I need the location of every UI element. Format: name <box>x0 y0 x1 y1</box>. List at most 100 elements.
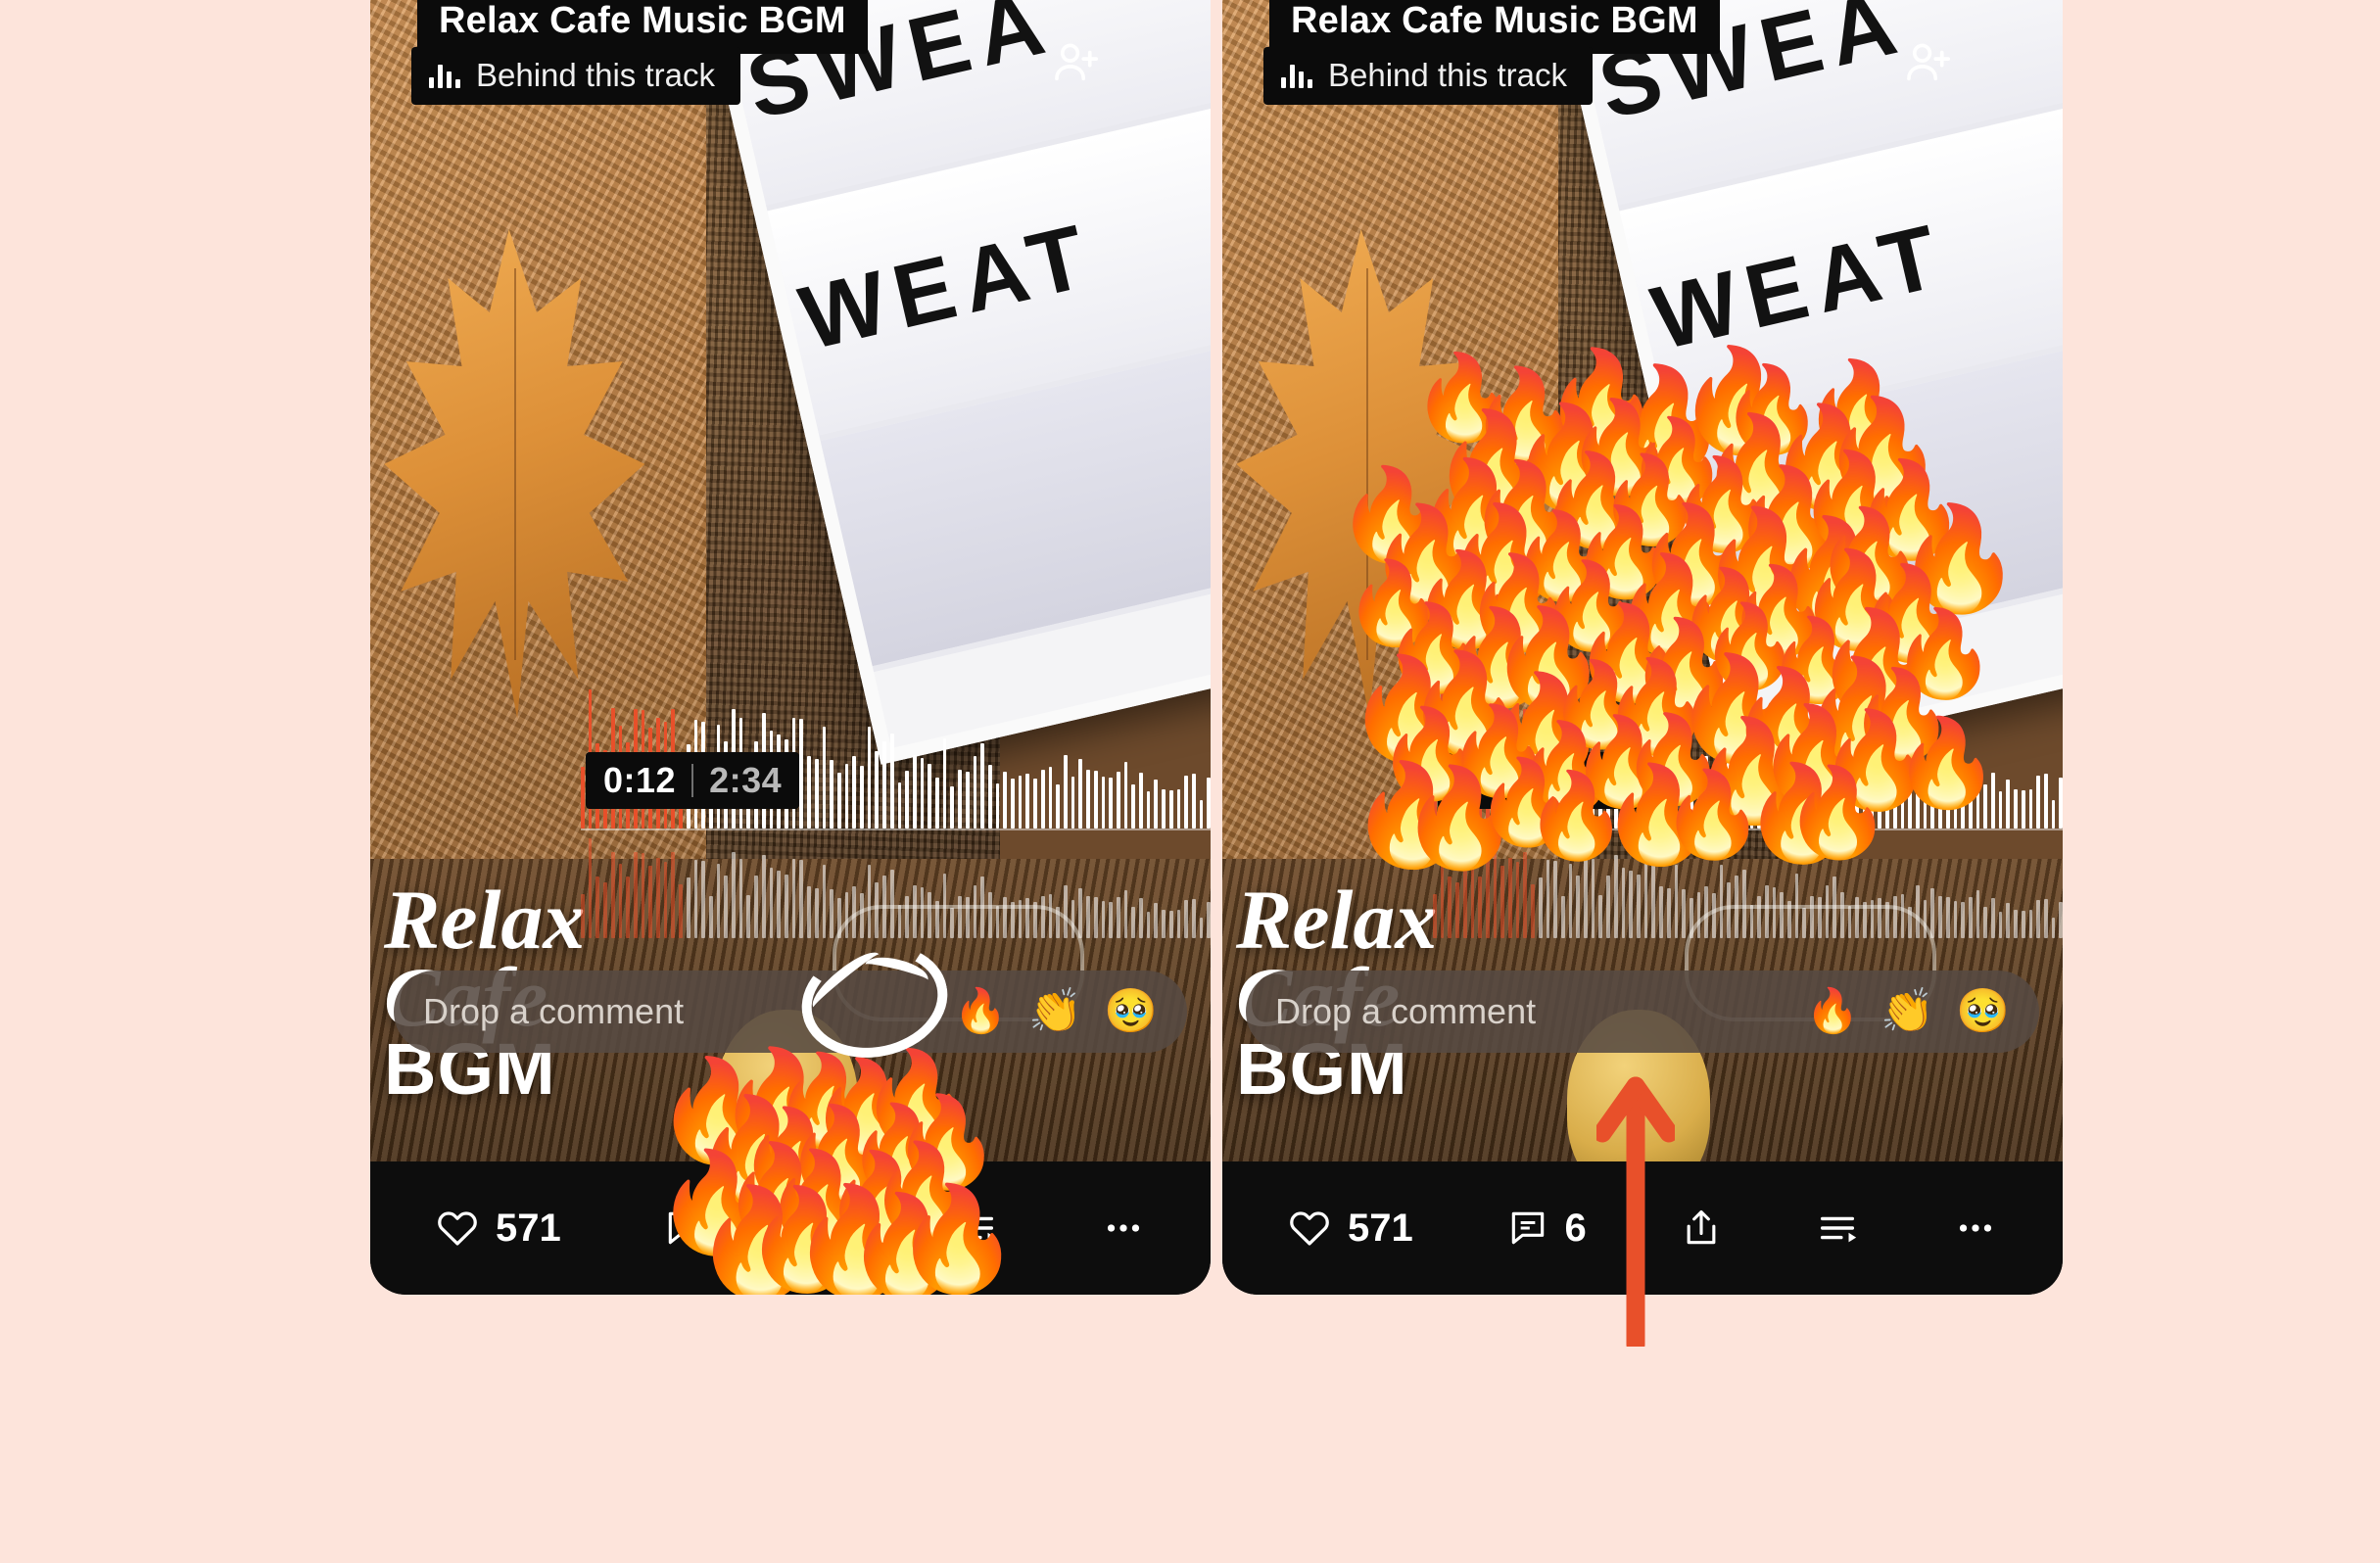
waveform-bar <box>1923 900 1928 938</box>
waveform-bar <box>1591 858 1595 938</box>
clapping-hands-emoji-reaction-button-after[interactable]: 👏 <box>1880 990 1934 1033</box>
waveform-bar <box>987 765 992 829</box>
waveform-scrubber[interactable]: 0:12 2:34 <box>370 682 1211 938</box>
waveform-bar <box>1908 906 1912 938</box>
queue-button-after[interactable] <box>1815 1206 1860 1251</box>
waveform-bar <box>1078 888 1083 938</box>
share-button[interactable] <box>808 1207 851 1250</box>
waveform-bar <box>1116 771 1120 829</box>
fire-emoji-reaction-button[interactable]: 🔥 <box>954 990 1008 1033</box>
more-button[interactable] <box>1101 1206 1146 1251</box>
waveform-bar <box>1689 897 1693 938</box>
behind-this-track-chip-after[interactable]: Behind this track <box>1263 47 1593 105</box>
waveform-bar <box>641 852 645 938</box>
waveform-bar <box>1916 885 1920 938</box>
waveform-bar <box>1930 759 1935 829</box>
like-button[interactable]: 571 <box>435 1206 561 1251</box>
share-button-after[interactable] <box>1680 1207 1723 1250</box>
waveform-bar <box>1787 777 1791 829</box>
waveform-bar <box>1961 901 1965 938</box>
waveform-bar <box>1659 885 1663 938</box>
waveform-bar <box>1139 898 1143 938</box>
waveform-bar <box>1184 775 1188 829</box>
waveform-bar <box>844 764 849 829</box>
waveform-bar <box>1078 759 1083 829</box>
waveform-bar <box>1945 771 1950 829</box>
like-button-after[interactable]: 571 <box>1287 1206 1413 1251</box>
waveform-bar <box>1606 875 1610 938</box>
waveform-bar <box>1727 881 1732 938</box>
waveform-bar <box>1146 791 1151 829</box>
waveform-bar <box>1629 870 1633 938</box>
waveform-bar <box>1741 733 1746 829</box>
waveform-bar <box>807 885 811 938</box>
audio-wave-icon-after <box>1281 63 1312 88</box>
fire-emoji-reaction-button-after[interactable]: 🔥 <box>1806 990 1860 1033</box>
like-count-after: 571 <box>1348 1206 1413 1250</box>
comment-input-placeholder[interactable]: Drop a comment <box>423 991 932 1032</box>
waveform-bar <box>897 905 902 938</box>
waveform-bar <box>973 885 977 938</box>
waveform-bar <box>1003 772 1008 829</box>
waveform-bar <box>867 865 872 938</box>
track-title: Relax Cafe Music BGM <box>439 0 846 41</box>
waveform-bar <box>836 897 841 938</box>
comment-button[interactable] <box>663 1207 706 1250</box>
waveform-bar <box>1757 896 1761 938</box>
waveform-bar <box>791 858 796 938</box>
waveform-bar <box>2014 909 2018 938</box>
comment-bar[interactable]: Drop a comment 🔥 👏 🥹 <box>394 971 1187 1053</box>
time-separator-after <box>1544 764 1547 797</box>
media-area[interactable]: SWEA WEAT Relax Cafe BGM 0:12 <box>370 0 1211 1161</box>
queue-button[interactable] <box>954 1206 999 1251</box>
waveform-bar <box>1870 900 1875 938</box>
waveform-bar <box>1983 784 1988 829</box>
waveform-bar <box>1991 898 1995 938</box>
waveform-bar <box>1916 755 1920 829</box>
waveform-scrubber-after[interactable]: 0:12 2:34 <box>1222 682 2063 938</box>
waveform-bar <box>905 896 909 938</box>
comment-bar-after[interactable]: Drop a comment 🔥 👏 🥹 <box>1246 971 2039 1053</box>
waveform-bar <box>852 886 857 938</box>
waveform-bar <box>595 876 600 938</box>
behind-this-track-chip[interactable]: Behind this track <box>411 47 740 105</box>
waveform-bar <box>980 742 984 829</box>
waveform-bar <box>950 907 955 938</box>
waveform-bar <box>912 754 917 829</box>
person-add-icon[interactable] <box>1050 37 1101 88</box>
waveform-bar <box>1764 754 1769 829</box>
comment-input-placeholder-after[interactable]: Drop a comment <box>1275 991 1785 1032</box>
media-area-after[interactable]: SWEA WEAT Relax Cafe BGM 0:12 <box>1222 0 2063 1161</box>
pleading-face-emoji-reaction-button-after[interactable]: 🥹 <box>1956 990 2010 1033</box>
waveform-bar <box>1636 874 1641 938</box>
waveform-bar <box>1780 891 1785 938</box>
waveform-bar <box>1584 852 1588 938</box>
waveform-bar <box>867 727 872 829</box>
waveform-bar <box>1109 778 1113 829</box>
waveform-bar <box>1870 775 1875 829</box>
waveform-bar <box>2051 918 2056 938</box>
waveform-bar <box>1764 884 1769 938</box>
clapping-hands-emoji-reaction-button[interactable]: 👏 <box>1028 990 1082 1033</box>
waveform-bar <box>1478 876 1482 938</box>
more-button-after[interactable] <box>1953 1206 1998 1251</box>
waveform-bar <box>1448 876 1452 938</box>
comment-button-after[interactable]: 6 <box>1506 1207 1587 1251</box>
waveform-bar <box>1056 906 1060 938</box>
waveform-bar <box>1071 900 1075 938</box>
waveform-bar <box>1064 885 1068 938</box>
waveform-bar <box>633 852 638 938</box>
waveform-bar <box>679 884 683 938</box>
waveform-bar <box>2006 779 2011 829</box>
waveform-bar <box>950 785 955 829</box>
time-chip: 0:12 2:34 <box>586 752 800 809</box>
like-count: 571 <box>496 1206 561 1250</box>
waveform-bar <box>920 887 925 938</box>
waveform-bar <box>1199 918 1204 938</box>
waveform-bar <box>1131 784 1136 829</box>
waveform-bar <box>1116 896 1120 938</box>
pleading-face-emoji-reaction-button[interactable]: 🥹 <box>1104 990 1158 1033</box>
waveform-bar <box>1048 893 1053 938</box>
person-add-icon-after[interactable] <box>1902 37 1953 88</box>
waveform-bar <box>1735 875 1738 938</box>
